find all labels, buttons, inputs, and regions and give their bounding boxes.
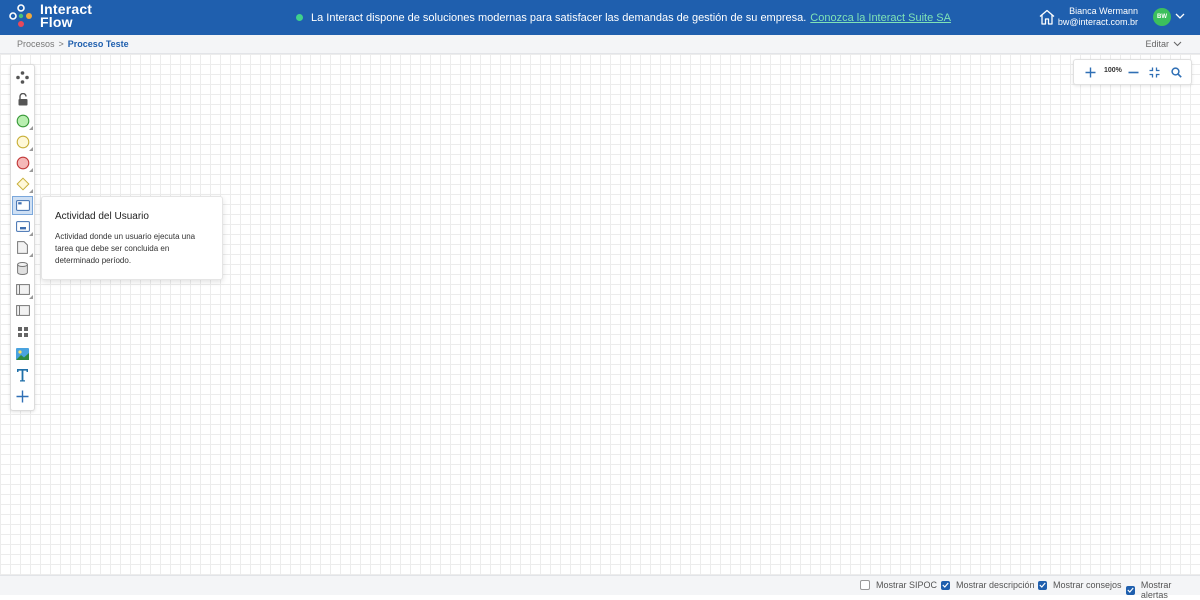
system-activity-button[interactable] <box>12 217 33 236</box>
option-label: Mostrar consejos <box>1053 580 1122 590</box>
lock-tool-icon <box>18 93 27 106</box>
edit-label: Editar <box>1145 39 1169 49</box>
logo-icon <box>9 4 32 27</box>
breadcrumb-separator: > <box>58 39 64 49</box>
app-logo[interactable]: Interact Flow <box>9 2 92 30</box>
database-icon <box>17 262 28 275</box>
plus-icon <box>1085 67 1095 77</box>
lock-tool-button[interactable] <box>12 90 33 109</box>
submenu-corner-icon <box>29 168 33 172</box>
zoom-out-button[interactable] <box>1125 64 1141 80</box>
status-dot-icon <box>296 14 303 21</box>
gateway-icon <box>15 176 30 191</box>
user-activity-icon <box>15 200 30 211</box>
user-name: Bianca Wermann <box>1069 6 1138 16</box>
fit-screen-button[interactable] <box>1146 64 1162 80</box>
diagram-canvas[interactable] <box>0 54 1200 575</box>
pool-button[interactable] <box>12 280 33 299</box>
breadcrumb-bar: Procesos > Proceso Teste Editar <box>0 35 1200 54</box>
user-info[interactable]: Bianca Wermann bw@interact.com.br <box>1058 6 1138 28</box>
option-show-sipoc[interactable]: Mostrar SIPOC <box>860 580 937 590</box>
avatar[interactable]: BW <box>1153 8 1171 26</box>
group-button[interactable] <box>12 322 33 341</box>
zoom-level: 100% <box>1104 67 1122 74</box>
move-tool-button[interactable] <box>12 68 33 87</box>
search-button[interactable] <box>1168 64 1184 80</box>
option-label: Mostrar alertas <box>1140 580 1172 600</box>
submenu-corner-icon <box>29 232 33 236</box>
zoom-in-button[interactable] <box>1082 64 1098 80</box>
home-icon[interactable] <box>1038 8 1056 26</box>
gateway-button[interactable] <box>12 174 33 193</box>
end-event-icon <box>16 156 29 169</box>
submenu-corner-icon <box>29 126 33 130</box>
search-icon <box>1170 66 1182 78</box>
lane-button[interactable] <box>12 301 33 320</box>
minus-icon <box>1128 71 1138 73</box>
image-icon <box>16 347 29 360</box>
pool-icon <box>15 284 30 295</box>
checkbox-checked[interactable] <box>1038 580 1047 590</box>
tool-tooltip: Actividad del Usuario Actividad donde un… <box>41 196 223 280</box>
check-icon <box>1127 587 1134 593</box>
start-event-button[interactable] <box>12 111 33 130</box>
add-icon <box>16 390 29 403</box>
breadcrumb-parent[interactable]: Procesos <box>17 39 55 49</box>
checkbox-checked[interactable] <box>941 580 950 590</box>
promo-banner: La Interact dispone de soluciones modern… <box>296 0 951 35</box>
option-show-alerts[interactable]: Mostrar alertas <box>1126 580 1200 600</box>
system-activity-icon <box>15 221 30 232</box>
submenu-corner-icon <box>29 253 33 257</box>
banner-link[interactable]: Conozca la Interact Suite SA <box>810 12 951 24</box>
option-label: Mostrar descripción <box>956 580 1035 590</box>
add-button[interactable] <box>12 387 33 406</box>
submenu-corner-icon <box>29 295 33 299</box>
submenu-corner-icon <box>29 189 33 193</box>
top-header: Interact Flow La Interact dispone de sol… <box>0 0 1200 35</box>
start-event-icon <box>16 114 29 127</box>
edit-menu-button[interactable]: Editar <box>1145 39 1182 49</box>
check-icon <box>1039 582 1046 588</box>
end-event-button[interactable] <box>12 153 33 172</box>
shape-toolbar <box>10 64 35 411</box>
database-button[interactable] <box>12 259 33 278</box>
text-icon <box>17 368 28 381</box>
zoom-controls: 100% <box>1073 59 1192 85</box>
intermediate-event-icon <box>16 135 29 148</box>
chevron-down-icon[interactable] <box>1175 12 1185 20</box>
banner-text: La Interact dispone de soluciones modern… <box>311 11 807 24</box>
logo-line2: Flow <box>40 14 73 30</box>
chevron-down-icon <box>1173 41 1182 47</box>
tooltip-description: Actividad donde un usuario ejecuta una t… <box>55 232 196 265</box>
document-icon <box>17 241 28 254</box>
checkbox-unchecked[interactable] <box>860 580 870 590</box>
group-icon <box>17 326 28 337</box>
document-button[interactable] <box>12 238 33 257</box>
image-button[interactable] <box>12 344 33 363</box>
option-show-tips[interactable]: Mostrar consejos <box>1038 580 1122 590</box>
intermediate-event-button[interactable] <box>12 132 33 151</box>
text-button[interactable] <box>12 365 33 384</box>
breadcrumb-current: Proceso Teste <box>67 39 129 49</box>
option-show-description[interactable]: Mostrar descripción <box>941 580 1035 590</box>
lane-icon <box>15 305 30 316</box>
move-tool-icon <box>16 71 29 84</box>
check-icon <box>942 582 949 588</box>
tooltip-title: Actividad del Usuario <box>55 211 149 222</box>
checkbox-checked[interactable] <box>1126 585 1135 595</box>
logo-text: Interact Flow <box>40 2 92 30</box>
option-label: Mostrar SIPOC <box>876 580 938 590</box>
submenu-corner-icon <box>29 147 33 151</box>
footer-options-bar: Mostrar SIPOC Mostrar descripción Mostra… <box>0 575 1200 600</box>
user-email: bw@interact.com.br <box>1057 17 1138 27</box>
fit-screen-icon <box>1149 67 1159 77</box>
breadcrumb: Procesos > Proceso Teste <box>17 39 129 49</box>
user-activity-button[interactable] <box>12 196 33 215</box>
